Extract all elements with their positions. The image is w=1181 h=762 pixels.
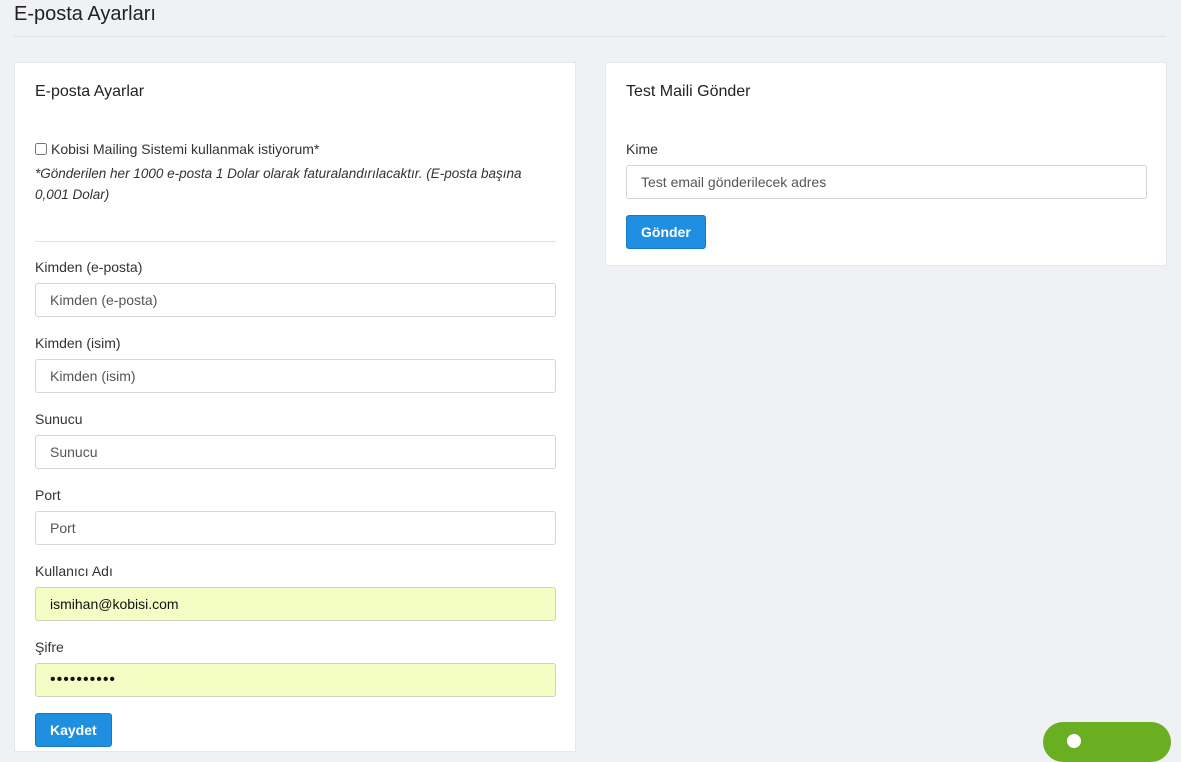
username-label: Kullanıcı Adı	[35, 563, 113, 579]
billing-note: *Gönderilen her 1000 e-posta 1 Dolar ola…	[35, 166, 522, 202]
send-button[interactable]: Gönder	[626, 215, 706, 249]
server-input[interactable]	[35, 435, 556, 469]
section-divider	[35, 241, 556, 242]
recipient-label: Kime	[626, 141, 658, 157]
page-title: E-posta Ayarları	[14, 3, 156, 25]
port-input[interactable]	[35, 511, 556, 545]
username-input[interactable]	[35, 587, 556, 621]
password-input[interactable]	[35, 663, 556, 697]
port-label: Port	[35, 487, 61, 503]
email-settings-title: E-posta Ayarlar	[35, 83, 145, 100]
title-divider	[14, 36, 1166, 37]
mailing-system-checkbox-label: Kobisi Mailing Sistemi kullanmak istiyor…	[51, 141, 320, 157]
save-button[interactable]: Kaydet	[35, 713, 112, 747]
password-label: Şifre	[35, 639, 64, 655]
test-mail-card: Test Maili Gönder Kime Gönder	[605, 62, 1167, 266]
server-label: Sunucu	[35, 411, 83, 427]
recipient-input[interactable]	[626, 165, 1147, 199]
chat-icon	[1067, 734, 1081, 748]
mailing-system-checkbox[interactable]	[35, 143, 47, 155]
email-settings-card: E-posta Ayarlar Kobisi Mailing Sistemi k…	[14, 62, 576, 752]
test-mail-title: Test Maili Gönder	[626, 83, 751, 100]
from-email-label: Kimden (e-posta)	[35, 259, 143, 275]
chat-widget-button[interactable]	[1043, 722, 1171, 762]
from-name-label: Kimden (isim)	[35, 335, 121, 351]
from-name-input[interactable]	[35, 359, 556, 393]
mailing-system-option[interactable]: Kobisi Mailing Sistemi kullanmak istiyor…	[35, 141, 319, 157]
from-email-input[interactable]	[35, 283, 556, 317]
